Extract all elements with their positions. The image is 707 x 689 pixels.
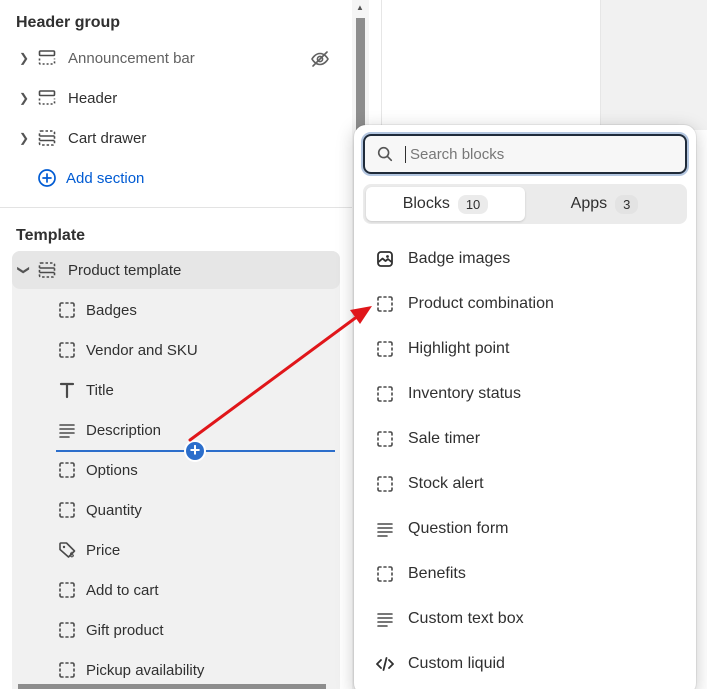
preview-background: [601, 0, 707, 130]
insert-block-button[interactable]: +: [184, 440, 206, 462]
sidebar-item-announcement-bar[interactable]: ❯ Announcement bar: [12, 39, 340, 77]
tab-blocks[interactable]: Blocks 10: [366, 187, 525, 221]
block-option-custom-text-box[interactable]: Custom text box: [374, 604, 524, 634]
sidebar-item-label: Product template: [68, 261, 182, 279]
block-icon: [374, 338, 396, 360]
chevron-right-icon[interactable]: ❯: [12, 131, 36, 145]
price-tag-icon: [56, 539, 78, 561]
tab-apps[interactable]: Apps 3: [525, 187, 684, 221]
add-block-popover: Blocks 10 Apps 3 Badge images Product co…: [354, 125, 696, 689]
block-icon: [374, 383, 396, 405]
section-icon: [36, 47, 58, 69]
block-item-label: Add to cart: [86, 581, 159, 599]
block-option-label: Product combination: [408, 295, 554, 312]
sidebar-item-product-template[interactable]: ❯ Product template: [12, 251, 340, 289]
paragraph-icon: [56, 419, 78, 441]
block-option-highlight-point[interactable]: Highlight point: [374, 334, 509, 364]
block-item-options[interactable]: Options: [56, 451, 138, 489]
text-icon: [56, 379, 78, 401]
image-icon: [374, 248, 396, 270]
plus-circle-icon: [36, 167, 58, 189]
block-option-question-form[interactable]: Question form: [374, 514, 508, 544]
sidebar-item-cart-drawer[interactable]: ❯ Cart drawer: [12, 119, 340, 157]
block-item-label: Title: [86, 381, 114, 399]
add-section-label: Add section: [66, 169, 145, 187]
paragraph-icon: [374, 518, 396, 540]
chevron-down-icon[interactable]: ❯: [17, 258, 31, 282]
block-option-sale-timer[interactable]: Sale timer: [374, 424, 480, 454]
block-icon: [374, 428, 396, 450]
eye-hidden-icon[interactable]: [310, 49, 330, 73]
search-icon: [365, 145, 405, 163]
tab-label: Apps: [570, 195, 608, 212]
block-option-label: Custom liquid: [408, 655, 505, 672]
block-icon: [56, 499, 78, 521]
block-icon: [56, 579, 78, 601]
preview-frame: [381, 0, 601, 130]
tab-label: Blocks: [402, 195, 450, 212]
divider: [0, 207, 352, 208]
block-item-label: Description: [86, 421, 162, 439]
block-option-inventory-status[interactable]: Inventory status: [374, 379, 521, 409]
block-option-stock-alert[interactable]: Stock alert: [374, 469, 484, 499]
horizontal-scrollbar[interactable]: [18, 684, 326, 689]
sidebar-item-label: Announcement bar: [68, 49, 195, 67]
block-item-label: Quantity: [86, 501, 142, 519]
scroll-up-arrow-icon[interactable]: ▲: [356, 3, 364, 12]
block-item-label: Badges: [86, 301, 137, 319]
block-option-custom-liquid[interactable]: Custom liquid: [374, 649, 505, 679]
template-group-title: Template: [16, 227, 86, 244]
sidebar-item-label: Header: [68, 89, 118, 107]
block-icon: [56, 619, 78, 641]
block-item-label: Vendor and SKU: [86, 341, 198, 359]
count-badge: 10: [457, 194, 489, 214]
block-item-description[interactable]: Description: [56, 411, 161, 449]
block-option-label: Badge images: [408, 250, 511, 267]
block-option-label: Inventory status: [408, 385, 521, 402]
block-option-product-combination[interactable]: Product combination: [374, 289, 554, 319]
block-item-gift-product[interactable]: Gift product: [56, 611, 164, 649]
section-icon: [36, 259, 58, 281]
block-option-label: Benefits: [408, 565, 466, 582]
block-option-label: Question form: [408, 520, 509, 537]
sidebar: Header group ❯ Announcement bar ❯ Header…: [0, 0, 352, 689]
block-icon: [374, 473, 396, 495]
block-item-badges[interactable]: Badges: [56, 291, 137, 329]
add-section-button[interactable]: Add section: [36, 159, 236, 197]
block-option-badge-images[interactable]: Badge images: [374, 244, 510, 274]
block-item-vendor-sku[interactable]: Vendor and SKU: [56, 331, 198, 369]
block-icon: [374, 563, 396, 585]
chevron-right-icon[interactable]: ❯: [12, 91, 36, 105]
paragraph-icon: [374, 608, 396, 630]
block-item-label: Pickup availability: [86, 661, 205, 679]
block-option-label: Sale timer: [408, 430, 481, 447]
sidebar-item-label: Cart drawer: [68, 129, 147, 147]
block-item-price[interactable]: Price: [56, 531, 120, 569]
block-icon: [374, 293, 396, 315]
block-item-label: Options: [86, 461, 138, 479]
section-icon: [36, 127, 58, 149]
block-tabs: Blocks 10 Apps 3: [363, 184, 687, 224]
sidebar-item-header[interactable]: ❯ Header: [12, 79, 340, 117]
block-option-label: Highlight point: [408, 340, 510, 357]
block-icon: [56, 459, 78, 481]
block-option-label: Stock alert: [408, 475, 484, 492]
block-option-label: Custom text box: [408, 610, 524, 627]
code-icon: [374, 653, 396, 675]
block-item-label: Price: [86, 541, 121, 559]
block-option-benefits[interactable]: Benefits: [374, 559, 466, 589]
block-icon: [56, 659, 78, 681]
block-item-add-to-cart[interactable]: Add to cart: [56, 571, 159, 609]
block-item-quantity[interactable]: Quantity: [56, 491, 142, 529]
block-icon: [56, 339, 78, 361]
search-input[interactable]: [405, 145, 665, 163]
header-group-title: Header group: [16, 14, 121, 31]
search-field[interactable]: [363, 134, 687, 174]
block-item-title[interactable]: Title: [56, 371, 114, 409]
block-icon: [56, 299, 78, 321]
section-icon: [36, 87, 58, 109]
block-item-label: Gift product: [86, 621, 164, 639]
count-badge: 3: [615, 194, 639, 214]
chevron-right-icon[interactable]: ❯: [12, 51, 36, 65]
